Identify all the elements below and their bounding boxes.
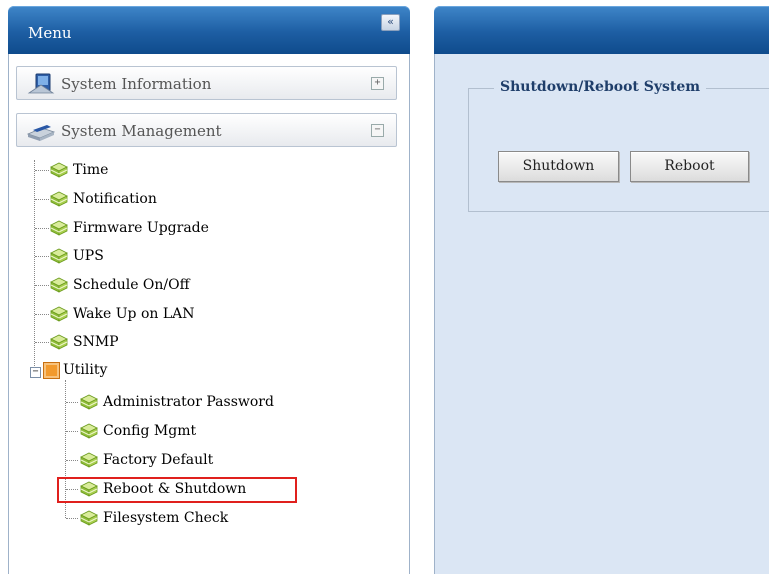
- gem-icon: [48, 332, 70, 352]
- tree-connector: [35, 256, 49, 257]
- gem-icon: [48, 218, 70, 238]
- tree-item-label: Schedule On/Off: [73, 277, 190, 293]
- tree-item-label: Time: [73, 162, 109, 178]
- tree-connector: [35, 170, 49, 171]
- menu-panel-header: Menu «: [8, 6, 410, 54]
- tree-connector: [66, 460, 78, 461]
- disk-icon: [27, 125, 55, 141]
- gem-icon: [78, 479, 100, 499]
- tree-item-wake-up-on-lan[interactable]: Wake Up on LAN: [48, 302, 195, 326]
- tree-item-notification[interactable]: Notification: [48, 187, 157, 211]
- tree-item-utility[interactable]: Utility: [63, 358, 107, 382]
- tree-item-label: Config Mgmt: [103, 423, 197, 439]
- computer-icon: [27, 73, 55, 94]
- collapse-node-icon[interactable]: −: [30, 367, 41, 378]
- tree-connector: [34, 160, 35, 372]
- shutdown-reboot-group: [468, 88, 769, 212]
- gem-icon: [48, 304, 70, 324]
- tree-item-administrator-password[interactable]: Administrator Password: [78, 390, 274, 414]
- gem-icon: [48, 246, 70, 266]
- collapse-menu-button[interactable]: «: [381, 14, 400, 31]
- gem-icon: [78, 392, 100, 412]
- tree-connector: [35, 342, 49, 343]
- collapse-icon[interactable]: −: [371, 124, 384, 137]
- shutdown-button[interactable]: Shutdown: [498, 151, 619, 182]
- tree-item-label: SNMP: [73, 334, 119, 350]
- menu-title: Menu: [28, 24, 72, 42]
- reboot-button[interactable]: Reboot: [630, 151, 749, 182]
- section-system-management[interactable]: System Management −: [16, 113, 397, 147]
- folder-icon: [43, 362, 60, 379]
- tree-item-label: UPS: [73, 248, 104, 264]
- tree-item-filesystem-check[interactable]: Filesystem Check: [78, 506, 228, 530]
- tree-item-label: Utility: [63, 362, 108, 378]
- tree-item-label: Wake Up on LAN: [73, 306, 195, 322]
- expand-icon[interactable]: +: [371, 77, 384, 90]
- gem-icon: [78, 450, 100, 470]
- tree-item-label: Reboot & Shutdown: [103, 481, 247, 497]
- tree-item-label: Administrator Password: [103, 394, 274, 410]
- tree-item-factory-default[interactable]: Factory Default: [78, 448, 213, 472]
- section-label: System Management: [61, 122, 222, 140]
- gem-icon: [78, 421, 100, 441]
- content-panel-header: [434, 6, 769, 54]
- tree-connector: [35, 314, 49, 315]
- tree-item-label: Firmware Upgrade: [73, 220, 209, 236]
- section-system-information[interactable]: System Information +: [16, 66, 397, 100]
- tree-connector: [66, 518, 78, 519]
- gem-icon: [48, 189, 70, 209]
- tree-item-snmp[interactable]: SNMP: [48, 330, 119, 354]
- tree-item-ups[interactable]: UPS: [48, 244, 104, 268]
- tree-connector: [35, 228, 49, 229]
- tree-connector: [66, 431, 78, 432]
- tree-connector: [66, 402, 78, 403]
- tree-item-time[interactable]: Time: [48, 158, 108, 182]
- gem-icon: [48, 160, 70, 180]
- tree-item-label: Factory Default: [103, 452, 214, 468]
- tree-connector: [65, 380, 66, 518]
- tree-item-firmware-upgrade[interactable]: Firmware Upgrade: [48, 216, 209, 240]
- tree-connector: [66, 489, 78, 490]
- gem-icon: [78, 508, 100, 528]
- tree-connector: [35, 199, 49, 200]
- group-title: Shutdown/Reboot System: [494, 79, 707, 95]
- tree-item-schedule-on-off[interactable]: Schedule On/Off: [48, 273, 190, 297]
- tree-item-reboot-shutdown[interactable]: Reboot & Shutdown: [78, 477, 246, 501]
- tree-item-config-mgmt[interactable]: Config Mgmt: [78, 419, 196, 443]
- tree-connector: [35, 285, 49, 286]
- gem-icon: [48, 275, 70, 295]
- tree-item-label: Filesystem Check: [103, 510, 229, 526]
- tree-item-label: Notification: [73, 191, 157, 207]
- section-label: System Information: [61, 75, 212, 93]
